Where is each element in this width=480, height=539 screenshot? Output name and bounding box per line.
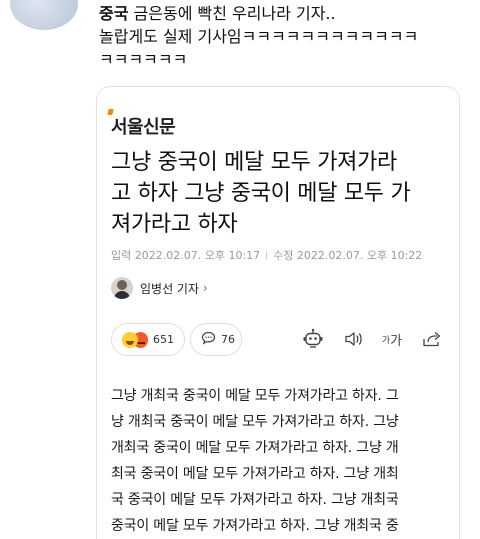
font-size-glyph: 가 [390, 333, 403, 349]
publisher-logo-mark [107, 109, 114, 115]
reaction-count: 651 [153, 333, 174, 346]
headline-line: 고 하자 그냥 중국이 메달 모두 가 [111, 181, 411, 206]
body-line: 그냥 개최국 중국이 메달 모두 가져가라고 하자. 그 [111, 388, 399, 404]
post-text: 중국 금은동에 빡친 우리나라 기자.. 놀랍게도 실제 기사임ㅋㅋㅋㅋㅋㅋㅋㅋ… [99, 2, 474, 71]
post-text-line-1-rest: 금은동에 빡친 우리나라 기자.. [128, 4, 336, 23]
share-button[interactable] [419, 325, 445, 353]
news-article-card[interactable]: 서울신문 그냥 중국이 메달 모두 가져가라 고 하자 그냥 중국이 메달 모두… [96, 86, 460, 539]
publisher-name: 서울신문 [111, 117, 176, 138]
body-line: 최국 중국이 메달 모두 가져가라고 하자. 그냥 개최 [111, 466, 399, 482]
summary-bot-button[interactable] [300, 325, 326, 353]
headline-line: 져가라고 하자 [111, 212, 238, 237]
smile-emoji-icon [122, 331, 138, 348]
article-headline: 그냥 중국이 메달 모두 가져가라 고 하자 그냥 중국이 메달 모두 가 져가… [111, 147, 451, 240]
headline-line: 그냥 중국이 메달 모두 가져가라 [111, 150, 397, 175]
body-line: 개최국 중국이 메달 모두 가져가라고 하자. 그냥 개 [111, 440, 399, 456]
reporter-avatar [111, 277, 133, 299]
article-dateline: 입력 2022.02.07. 오후 10:17 수정 2022.02.07. 오후… [111, 247, 422, 263]
dateline-divider [266, 251, 268, 260]
reporter-link[interactable]: 임병선 기자 › [111, 276, 208, 300]
share-icon [422, 330, 442, 348]
published-time: 입력 2022.02.07. 오후 10:17 [111, 249, 261, 262]
article-body: 그냥 개최국 중국이 메달 모두 가져가라고 하자. 그 냥 개최국 중국이 메… [111, 383, 455, 539]
post-text-line-2: 놀랍게도 실제 기사임ㅋㅋㅋㅋㅋㅋㅋㅋㅋㅋㅋㅋ [99, 27, 419, 46]
reaction-button[interactable]: 651 [111, 323, 185, 356]
reporter-name: 임병선 기자 [140, 281, 200, 296]
body-line: 냥 개최국 중국이 메달 모두 가져가라고 하자. 그냥 [111, 414, 399, 430]
post-author-keyword: 중국 [99, 4, 129, 23]
comment-bubble-icon [201, 331, 216, 348]
post-text-line-1: 중국 금은동에 빡친 우리나라 기자.. [99, 2, 474, 25]
comment-count: 76 [221, 333, 235, 346]
font-size-button[interactable]: 가가 [377, 325, 407, 353]
body-line: 국 중국이 메달 모두 가져가라고 하자. 그냥 개최국 [111, 492, 399, 508]
speaker-icon [344, 330, 364, 348]
post-text-line-3: ㅋㅋㅋㅋㅋㅋ [99, 50, 188, 69]
body-line: 중국이 메달 모두 가져가라고 하자. 그냥 개최국 중 [111, 518, 399, 534]
robot-icon [302, 328, 324, 350]
font-size-small-glyph: 가 [381, 335, 391, 346]
modified-time: 수정 2022.02.07. 오후 10:22 [273, 249, 423, 262]
text-to-speech-button[interactable] [341, 325, 367, 353]
post-header: 중국 금은동에 빡친 우리나라 기자.. 놀랍게도 실제 기사임ㅋㅋㅋㅋㅋㅋㅋㅋ… [0, 0, 480, 80]
publisher-logo[interactable]: 서울신문 [107, 109, 176, 139]
comment-button[interactable]: 76 [190, 323, 242, 356]
user-avatar[interactable] [10, 0, 78, 30]
chevron-right-icon: › [203, 281, 208, 295]
